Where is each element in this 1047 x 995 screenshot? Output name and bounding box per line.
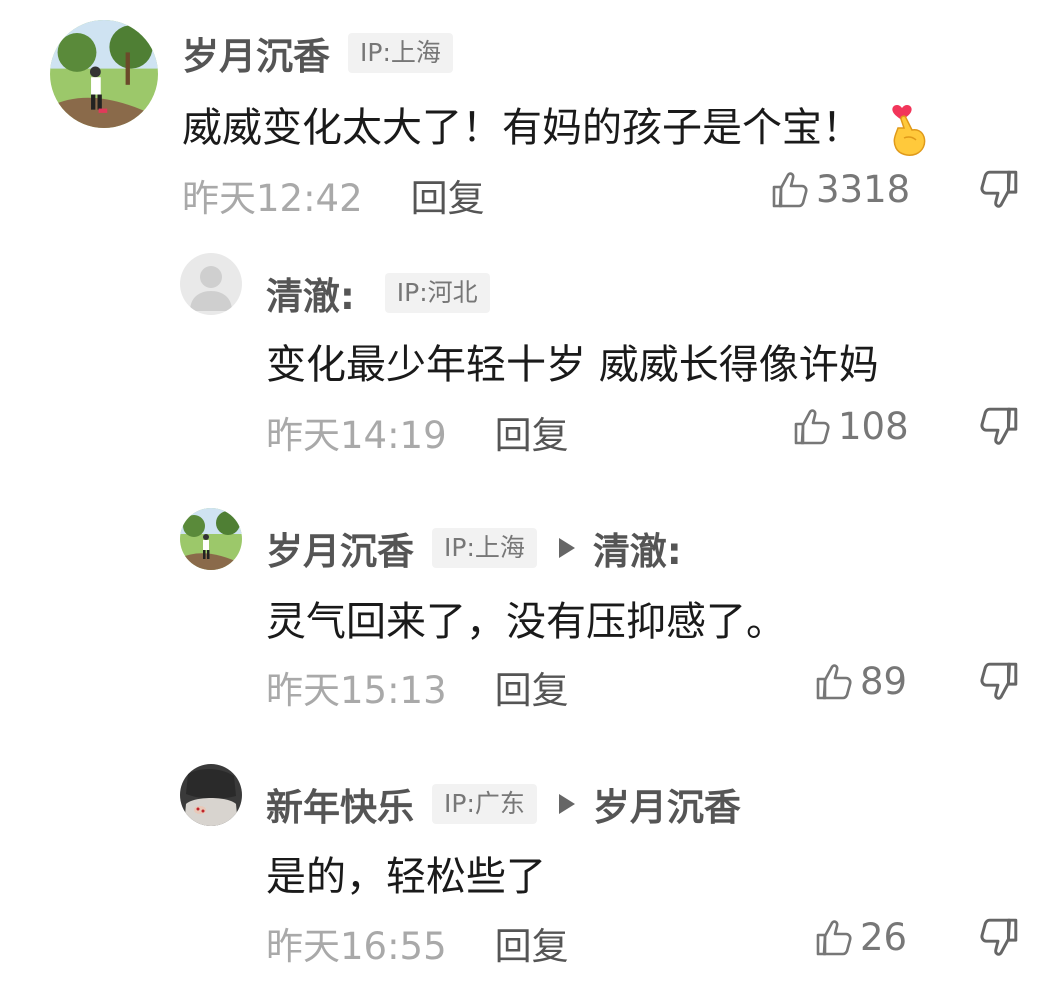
- thumbs-down-icon[interactable]: [978, 168, 1020, 210]
- timestamp: 昨天14:19: [266, 414, 447, 457]
- like-count: 89: [860, 660, 908, 703]
- reply-button[interactable]: 回复: [495, 405, 569, 459]
- thumbs-down-icon[interactable]: [978, 916, 1020, 958]
- ip-badge: IP:广东: [432, 784, 537, 824]
- avatar[interactable]: [180, 764, 242, 826]
- triangle-right-icon: [558, 794, 575, 814]
- reply-to-username[interactable]: 岁月沉香: [593, 777, 741, 831]
- like-button[interactable]: 3318: [770, 168, 910, 211]
- comment-text-content: 威威变化太大了！有妈的孩子是个宝！: [182, 105, 862, 151]
- avatar[interactable]: [180, 253, 242, 315]
- finger-heart-emoji-icon: [884, 102, 934, 158]
- reply-button[interactable]: 回复: [495, 660, 569, 714]
- thumbs-down-icon[interactable]: [978, 660, 1020, 702]
- username[interactable]: 岁月沉香: [182, 26, 330, 80]
- thumbs-up-icon: [814, 662, 854, 702]
- comment-text: 灵气回来了，没有压抑感了。: [266, 599, 786, 645]
- reply-to-username[interactable]: 清澈:: [593, 521, 682, 575]
- like-count: 108: [838, 405, 909, 448]
- thumbs-up-icon: [792, 407, 832, 447]
- avatar[interactable]: [50, 20, 158, 128]
- timestamp: 昨天12:42: [182, 177, 363, 220]
- like-count: 3318: [816, 168, 911, 211]
- thumbs-down-icon[interactable]: [978, 405, 1020, 447]
- username[interactable]: 清澈:: [266, 266, 355, 320]
- comment-text: 变化最少年轻十岁 威威长得像许妈: [266, 342, 879, 388]
- like-button[interactable]: 89: [814, 660, 907, 703]
- thumbs-up-icon: [770, 170, 810, 210]
- triangle-right-icon: [558, 538, 575, 558]
- comment-text: 威威变化太大了！有妈的孩子是个宝！: [182, 95, 934, 158]
- ip-badge: IP:河北: [384, 273, 490, 313]
- reply-button[interactable]: 回复: [411, 168, 485, 222]
- like-button[interactable]: 26: [814, 916, 907, 959]
- comment-text: 是的，轻松些了: [266, 854, 546, 900]
- like-button[interactable]: 108: [792, 405, 909, 448]
- username[interactable]: 新年快乐: [266, 777, 414, 831]
- like-count: 26: [860, 916, 908, 959]
- timestamp: 昨天15:13: [266, 669, 447, 712]
- username[interactable]: 岁月沉香: [266, 521, 414, 575]
- timestamp: 昨天16:55: [266, 925, 447, 968]
- avatar[interactable]: [180, 508, 242, 570]
- thumbs-up-icon: [814, 918, 854, 958]
- ip-badge: IP:上海: [432, 528, 537, 568]
- reply-button[interactable]: 回复: [495, 916, 569, 970]
- ip-badge: IP:上海: [348, 33, 453, 73]
